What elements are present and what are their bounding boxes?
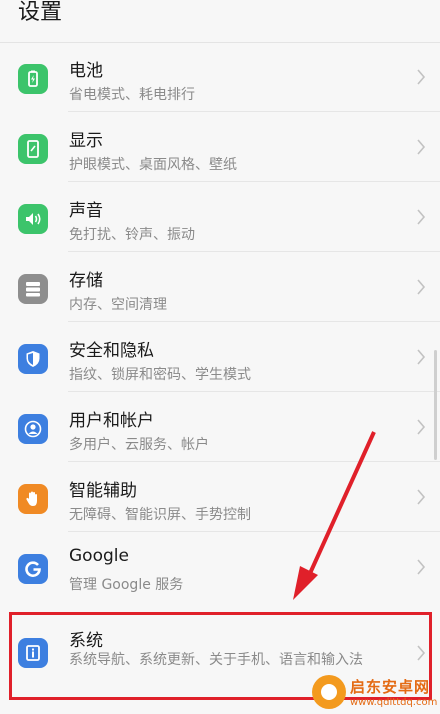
speaker-icon: [18, 204, 48, 234]
chevron-right-icon: [417, 489, 426, 505]
item-subtitle: 内存、空间清理: [69, 297, 167, 313]
item-title: 电池: [69, 61, 103, 81]
chevron-right-icon: [417, 139, 426, 155]
item-subtitle: 无障碍、智能识屏、手势控制: [69, 507, 251, 523]
chevron-right-icon: [417, 349, 426, 365]
watermark: 启东安卓网 www.qdlttdq.com: [312, 672, 438, 712]
settings-item-smart-assist[interactable]: 智能辅助 无障碍、智能识屏、手势控制: [0, 462, 440, 532]
google-icon: [18, 554, 48, 584]
phone-icon: [18, 134, 48, 164]
item-subtitle: 管理 Google 服务: [69, 577, 184, 593]
settings-item-display[interactable]: 显示 护眼模式、桌面风格、壁纸: [0, 112, 440, 182]
settings-item-google[interactable]: Google 管理 Google 服务: [0, 532, 440, 602]
item-subtitle: 护眼模式、桌面风格、壁纸: [69, 157, 237, 173]
chevron-right-icon: [417, 279, 426, 295]
scrollbar[interactable]: [434, 350, 437, 460]
settings-item-security[interactable]: 安全和隐私 指纹、锁屏和密码、学生模式: [0, 322, 440, 392]
settings-item-sound[interactable]: 声音 免打扰、铃声、振动: [0, 182, 440, 252]
item-title: 用户和帐户: [69, 411, 154, 431]
watermark-url: www.qdlttdq.com: [350, 697, 438, 708]
shield-icon: [18, 344, 48, 374]
chevron-right-icon: [417, 559, 426, 575]
user-icon: [18, 414, 48, 444]
battery-icon: [18, 64, 48, 94]
item-title: 存储: [69, 271, 103, 291]
item-title: Google: [69, 546, 129, 566]
item-title: 声音: [69, 201, 103, 221]
header-bar: 设置: [0, 0, 440, 43]
chevron-right-icon: [417, 69, 426, 85]
settings-item-storage[interactable]: 存储 内存、空间清理: [0, 252, 440, 322]
item-title: 显示: [69, 131, 103, 151]
storage-icon: [18, 274, 48, 304]
item-title: 智能辅助: [69, 481, 137, 501]
chevron-right-icon: [417, 419, 426, 435]
item-subtitle: 省电模式、耗电排行: [69, 87, 195, 103]
watermark-name: 启东安卓网: [350, 678, 431, 696]
page-title: 设置: [18, 0, 63, 25]
settings-item-battery[interactable]: 电池 省电模式、耗电排行: [0, 42, 440, 112]
chevron-right-icon: [417, 209, 426, 225]
item-title: 安全和隐私: [69, 341, 154, 361]
watermark-logo-icon: [312, 675, 346, 709]
item-subtitle: 免打扰、铃声、振动: [69, 227, 195, 243]
hand-icon: [18, 484, 48, 514]
settings-item-accounts[interactable]: 用户和帐户 多用户、云服务、帐户: [0, 392, 440, 462]
item-subtitle: 多用户、云服务、帐户: [69, 437, 209, 453]
item-subtitle: 指纹、锁屏和密码、学生模式: [69, 367, 251, 383]
